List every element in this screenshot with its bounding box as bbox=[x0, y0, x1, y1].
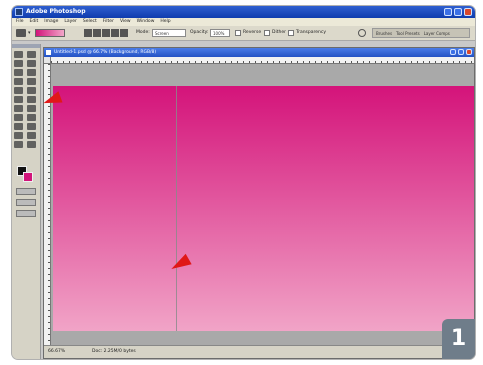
app-title: Adobe Photoshop bbox=[26, 8, 86, 15]
maximize-icon[interactable] bbox=[454, 8, 462, 16]
vertical-guide-line[interactable] bbox=[176, 86, 177, 331]
history-brush-tool-icon[interactable] bbox=[27, 87, 36, 94]
palette-tab-tool-presets[interactable]: Tool Presets bbox=[396, 31, 420, 36]
palette-tab-layer-comps[interactable]: Layer Comps bbox=[424, 31, 450, 36]
mode-label: Mode: bbox=[136, 30, 150, 35]
doc-minimize-icon[interactable] bbox=[450, 49, 456, 55]
zoom-tool-icon[interactable] bbox=[27, 141, 36, 148]
photoshop-app-icon bbox=[15, 8, 23, 16]
app-title-bar: Adobe Photoshop bbox=[12, 6, 475, 18]
eraser-tool-icon[interactable] bbox=[14, 96, 23, 103]
document-window: Untitled-1.psd @ 66.7% (Background, RGB/… bbox=[43, 47, 475, 359]
close-icon[interactable] bbox=[464, 8, 472, 16]
menu-help[interactable]: Help bbox=[160, 18, 170, 26]
path-selection-tool-icon[interactable] bbox=[14, 114, 23, 121]
slice-tool-icon[interactable] bbox=[27, 69, 36, 76]
marquee-tool-icon[interactable] bbox=[27, 51, 36, 58]
zoom-level[interactable]: 66.67% bbox=[48, 348, 65, 356]
document-title-bar: Untitled-1.psd @ 66.7% (Background, RGB/… bbox=[44, 48, 474, 57]
menu-view[interactable]: View bbox=[120, 18, 131, 26]
clone-stamp-tool-icon[interactable] bbox=[14, 87, 23, 94]
opacity-label: Opacity: bbox=[190, 30, 209, 35]
bridge-icon[interactable] bbox=[358, 29, 366, 37]
document-window-controls bbox=[450, 49, 472, 55]
mode-select[interactable]: Screen bbox=[152, 29, 186, 37]
menu-bar: File Edit Image Layer Select Filter View… bbox=[12, 18, 475, 26]
screenshot-frame: Adobe Photoshop File Edit Image Layer Se… bbox=[12, 6, 475, 359]
menu-image[interactable]: Image bbox=[44, 18, 58, 26]
menu-file[interactable]: File bbox=[16, 18, 24, 26]
menu-edit[interactable]: Edit bbox=[30, 18, 39, 26]
type-tool-icon[interactable] bbox=[27, 114, 36, 121]
ruler-origin[interactable] bbox=[44, 57, 51, 64]
minimize-icon[interactable] bbox=[444, 8, 452, 16]
dither-checkbox[interactable] bbox=[264, 30, 270, 36]
pen-tool-icon[interactable] bbox=[14, 123, 23, 130]
gradient-tool-icon[interactable] bbox=[27, 96, 36, 103]
gradient-type-buttons bbox=[84, 29, 128, 37]
blur-tool-icon[interactable] bbox=[14, 105, 23, 112]
opacity-field[interactable]: 100% bbox=[210, 29, 230, 37]
palette-well: Brushes Tool Presets Layer Comps bbox=[372, 28, 470, 38]
document-icon bbox=[46, 50, 51, 55]
gradient-tool-preset-icon[interactable] bbox=[16, 29, 26, 37]
menu-layer[interactable]: Layer bbox=[64, 18, 77, 26]
tools-panel-header[interactable] bbox=[12, 44, 40, 48]
menu-window[interactable]: Window bbox=[137, 18, 155, 26]
crop-tool-icon[interactable] bbox=[14, 69, 23, 76]
background-color-swatch[interactable] bbox=[23, 172, 33, 182]
eyedropper-tool-icon[interactable] bbox=[27, 132, 36, 139]
transparency-checkbox[interactable] bbox=[288, 30, 294, 36]
palette-tab-brushes[interactable]: Brushes bbox=[376, 31, 392, 36]
gradient-canvas[interactable] bbox=[53, 86, 474, 331]
horizontal-ruler[interactable] bbox=[51, 57, 474, 64]
doc-maximize-icon[interactable] bbox=[458, 49, 464, 55]
menu-filter[interactable]: Filter bbox=[103, 18, 114, 26]
options-bar: ▾ Mode: Screen Opacity: 100% Reverse Dit… bbox=[12, 26, 475, 41]
magic-wand-tool-icon[interactable] bbox=[27, 60, 36, 67]
quick-mask-buttons[interactable] bbox=[16, 188, 36, 195]
brush-tool-icon[interactable] bbox=[27, 78, 36, 85]
angle-gradient-icon[interactable] bbox=[102, 29, 110, 37]
shape-tool-icon[interactable] bbox=[27, 123, 36, 130]
window-controls bbox=[444, 8, 472, 16]
pasteboard bbox=[51, 64, 474, 345]
radial-gradient-icon[interactable] bbox=[93, 29, 101, 37]
reverse-label: Reverse bbox=[243, 30, 262, 35]
dither-label: Dither bbox=[272, 30, 286, 35]
reflected-gradient-icon[interactable] bbox=[111, 29, 119, 37]
screen-mode-buttons[interactable] bbox=[16, 199, 36, 206]
tools-panel bbox=[12, 44, 41, 359]
gradient-picker[interactable] bbox=[35, 29, 65, 37]
healing-brush-tool-icon[interactable] bbox=[14, 78, 23, 85]
jump-to-imageready-button[interactable] bbox=[16, 210, 36, 217]
document-status-bar: 66.67% Doc: 2.25M/0 bytes bbox=[44, 345, 474, 358]
document-size-info: Doc: 2.25M/0 bytes bbox=[92, 349, 136, 354]
move-tool-icon[interactable] bbox=[14, 51, 23, 58]
dodge-tool-icon[interactable] bbox=[27, 105, 36, 112]
diamond-gradient-icon[interactable] bbox=[120, 29, 128, 37]
doc-close-icon[interactable] bbox=[466, 49, 472, 55]
lasso-tool-icon[interactable] bbox=[14, 60, 23, 67]
tool-grid bbox=[14, 51, 36, 148]
hand-tool-icon[interactable] bbox=[14, 141, 23, 148]
pasteboard-top bbox=[53, 64, 474, 86]
transparency-label: Transparency bbox=[296, 30, 327, 35]
linear-gradient-icon[interactable] bbox=[84, 29, 92, 37]
notes-tool-icon[interactable] bbox=[14, 132, 23, 139]
menu-select[interactable]: Select bbox=[83, 18, 97, 26]
document-title: Untitled-1.psd @ 66.7% (Background, RGB/… bbox=[54, 50, 157, 55]
chevron-down-icon[interactable]: ▾ bbox=[28, 30, 31, 36]
reverse-checkbox[interactable] bbox=[235, 30, 241, 36]
step-number-badge: 1 bbox=[442, 319, 475, 359]
